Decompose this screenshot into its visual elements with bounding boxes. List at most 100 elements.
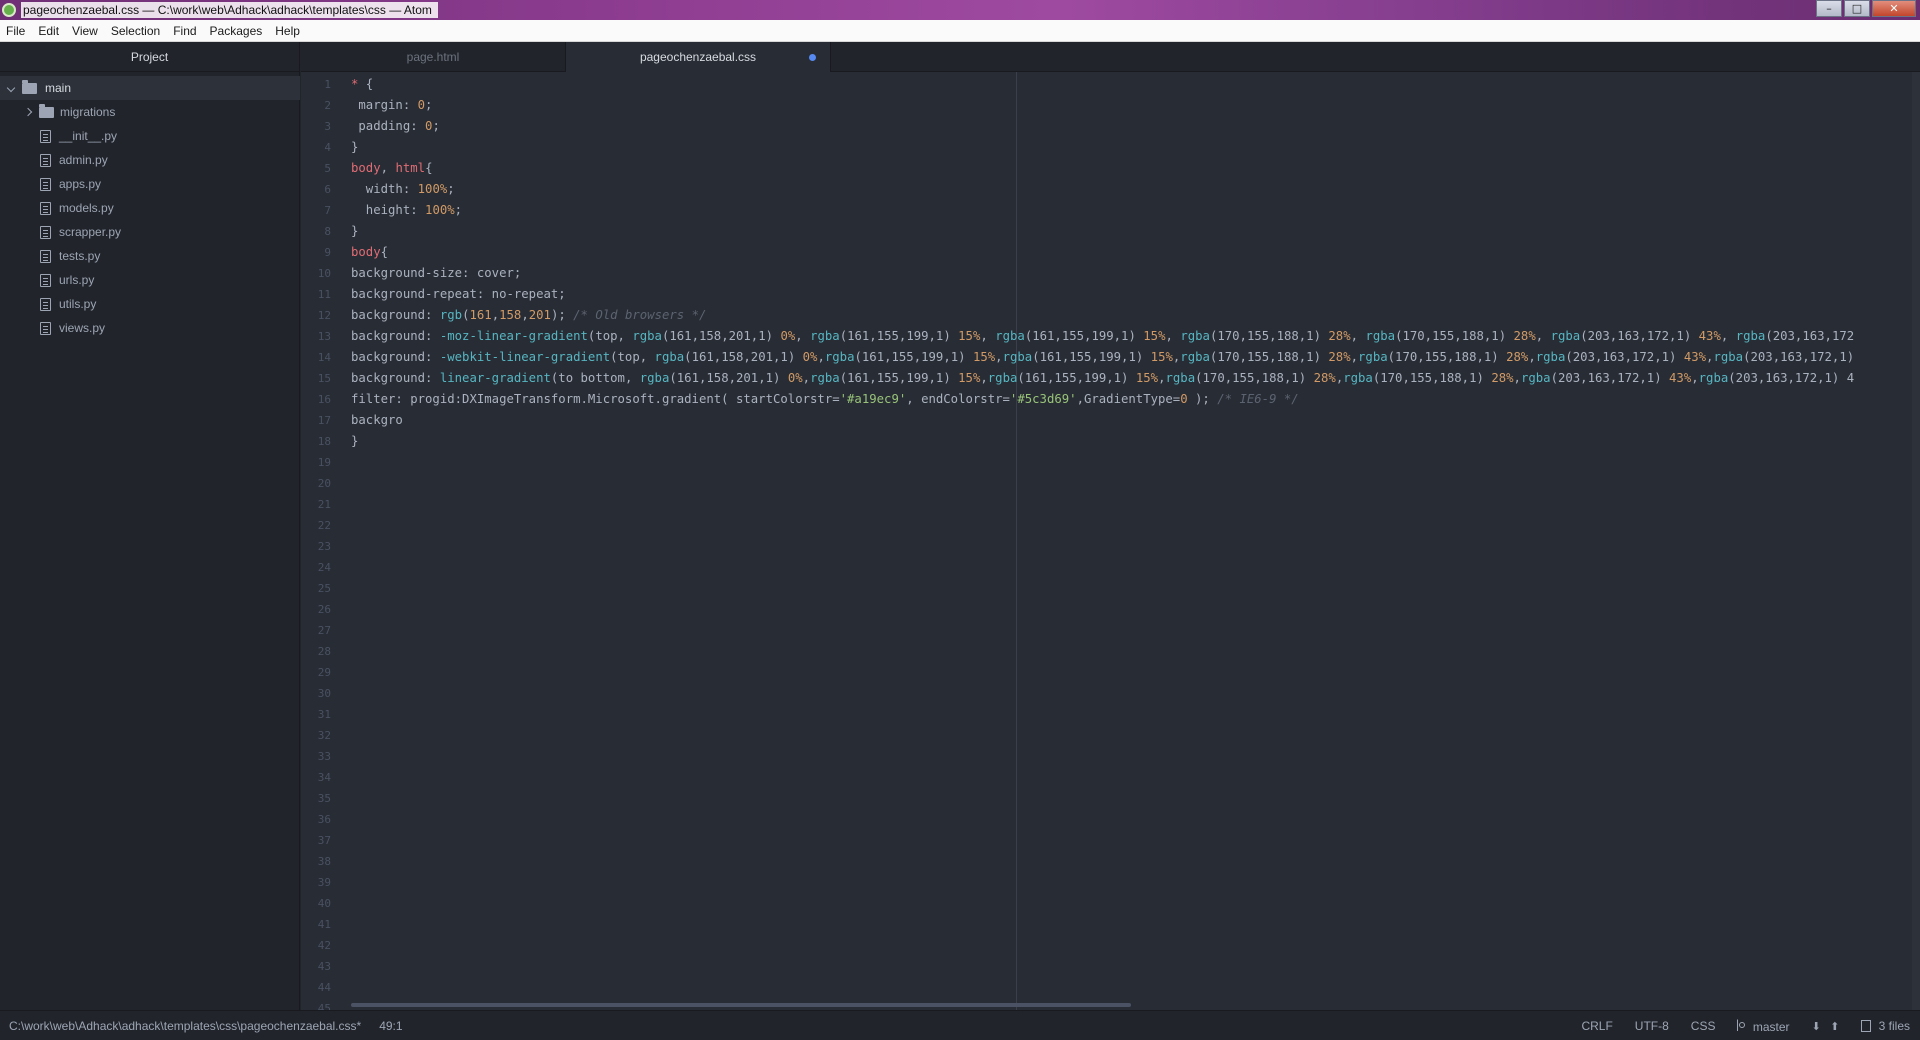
arrow-up-icon[interactable]: ⬆ (1830, 1020, 1839, 1033)
tree-file-item[interactable]: apps.py (0, 172, 300, 196)
minimize-button[interactable]: – (1816, 0, 1842, 17)
code-line[interactable]: body, html{ (351, 158, 432, 179)
status-encoding[interactable]: UTF-8 (1635, 1019, 1669, 1033)
code-token: body (351, 161, 381, 175)
line-number: 8 (324, 225, 331, 238)
code-token: 158 (499, 308, 522, 322)
vertical-scrollbar[interactable] (1912, 72, 1920, 1010)
code-token: rgba (824, 350, 855, 364)
maximize-button[interactable]: □ (1844, 0, 1870, 17)
status-cursor-position[interactable]: 49:1 (379, 1019, 402, 1033)
status-line-ending[interactable]: CRLF (1581, 1019, 1612, 1033)
code-line[interactable]: padding: 0; (351, 116, 439, 137)
tab-pageochenzaebal-css[interactable]: pageochenzaebal.css (566, 42, 831, 72)
code-token: (170,155,188,1) (1372, 371, 1492, 385)
code-token: 15% (958, 329, 981, 343)
code-line[interactable]: } (351, 431, 358, 452)
modified-indicator-icon[interactable] (809, 54, 816, 61)
code-line[interactable]: * { (351, 74, 373, 95)
code-area[interactable]: * { margin: 0; padding: 0;} body, html{ w… (351, 72, 1916, 1010)
menu-edit[interactable]: Edit (38, 24, 59, 38)
tree-folder-item[interactable]: migrations (0, 100, 300, 124)
line-number: 9 (324, 246, 331, 259)
line-number: 17 (317, 414, 331, 427)
code-line[interactable]: background: -webkit-linear-gradient(top,… (351, 347, 1854, 368)
file-icon (40, 297, 51, 311)
tree-file-item[interactable]: __init__.py (0, 124, 300, 148)
tree-file-item[interactable]: admin.py (0, 148, 300, 172)
code-token: { (358, 77, 374, 91)
code-line[interactable]: background: linear-gradient(to bottom, r… (351, 368, 1854, 389)
code-token: ); (550, 308, 566, 322)
code-token: rgba (1698, 371, 1729, 385)
code-line[interactable]: width: 100%; (351, 179, 455, 200)
code-token: 201 (528, 308, 551, 322)
code-token: backgro (351, 413, 403, 427)
line-number: 25 (317, 582, 331, 595)
code-token: (203,163,172,1) (1743, 350, 1855, 364)
code-token: rgba (1358, 350, 1388, 364)
status-branch[interactable]: master (1737, 1018, 1790, 1034)
code-token: 15% (1150, 350, 1173, 364)
menu-help[interactable]: Help (275, 24, 300, 38)
tree-file-item[interactable]: tests.py (0, 244, 300, 268)
code-token: rgba (1165, 371, 1196, 385)
code-line[interactable]: filter: progid:DXImageTransform.Microsof… (351, 389, 1299, 410)
tree-file-item[interactable]: urls.py (0, 268, 300, 292)
status-git-sync[interactable]: ⬇ ⬆ (1812, 1019, 1840, 1033)
close-button[interactable]: ✕ (1872, 0, 1916, 17)
horizontal-scrollbar[interactable] (351, 1003, 1131, 1007)
status-file-path[interactable]: C:\work\web\Adhack\adhack\templates\css\… (9, 1019, 361, 1033)
code-line[interactable]: backgro (351, 410, 403, 431)
code-token: rgba (1365, 329, 1396, 343)
line-number: 22 (317, 519, 331, 532)
menu-view[interactable]: View (72, 24, 98, 38)
code-line[interactable]: background: -moz-linear-gradient(top, rg… (351, 326, 1854, 347)
tree-item-label: utils.py (59, 297, 97, 311)
tree-view-header[interactable]: Project (0, 42, 299, 72)
tab-page-html[interactable]: page.html (301, 42, 566, 72)
code-token: 15% (1135, 371, 1159, 385)
tree-file-item[interactable]: scrapper.py (0, 220, 300, 244)
line-number: 32 (317, 729, 331, 742)
code-token: { (425, 161, 433, 175)
menu-selection[interactable]: Selection (111, 24, 160, 38)
line-number: 16 (317, 393, 331, 406)
arrow-down-icon[interactable]: ⬇ (1812, 1020, 1821, 1033)
line-number: 14 (317, 351, 331, 364)
code-line[interactable]: background: rgb(161,158,201); /* Old bro… (351, 305, 706, 326)
tree-file-item[interactable]: models.py (0, 196, 300, 220)
code-token: (170,155,188,1) (1395, 329, 1514, 343)
status-files[interactable]: 3 files (1861, 1019, 1910, 1033)
code-token: (161,155,199,1) (1017, 371, 1136, 385)
code-token: , (817, 350, 825, 364)
code-line[interactable]: body{ (351, 242, 388, 263)
menu-find[interactable]: Find (173, 24, 196, 38)
tree-file-item[interactable]: views.py (0, 316, 300, 340)
code-line[interactable]: background-repeat: no-repeat; (351, 284, 566, 305)
status-grammar[interactable]: CSS (1691, 1019, 1716, 1033)
file-icon (40, 225, 51, 239)
code-line[interactable]: background-size: cover; (351, 263, 521, 284)
code-token: (203,163,172 (1765, 329, 1855, 343)
code-line[interactable]: } (351, 137, 358, 158)
menu-file[interactable]: File (6, 24, 25, 38)
line-number: 24 (317, 561, 331, 574)
code-line[interactable]: } (351, 221, 358, 242)
code-line[interactable]: margin: 0; (351, 95, 432, 116)
code-token: rgba (1550, 329, 1581, 343)
code-line[interactable]: height: 100%; (351, 200, 462, 221)
code-token: ); (1187, 392, 1210, 406)
text-editor[interactable]: 1 2 3 4 5 6 7 8 9 10 11 12 13 14 15 16 17 18 19 20 21 22 23 24 2… (301, 72, 1920, 1010)
code-token: rgba (987, 371, 1018, 385)
tree-root-main[interactable]: main (0, 76, 300, 100)
file-icon (40, 129, 51, 143)
code-token: 100% (425, 203, 455, 217)
code-token: , (1720, 329, 1736, 343)
code-token: 15% (1143, 329, 1166, 343)
code-token: rgba (995, 329, 1025, 343)
line-number: 23 (317, 540, 331, 553)
tree-file-item[interactable]: utils.py (0, 292, 300, 316)
code-token: width: (351, 182, 418, 196)
menu-packages[interactable]: Packages (210, 24, 263, 38)
